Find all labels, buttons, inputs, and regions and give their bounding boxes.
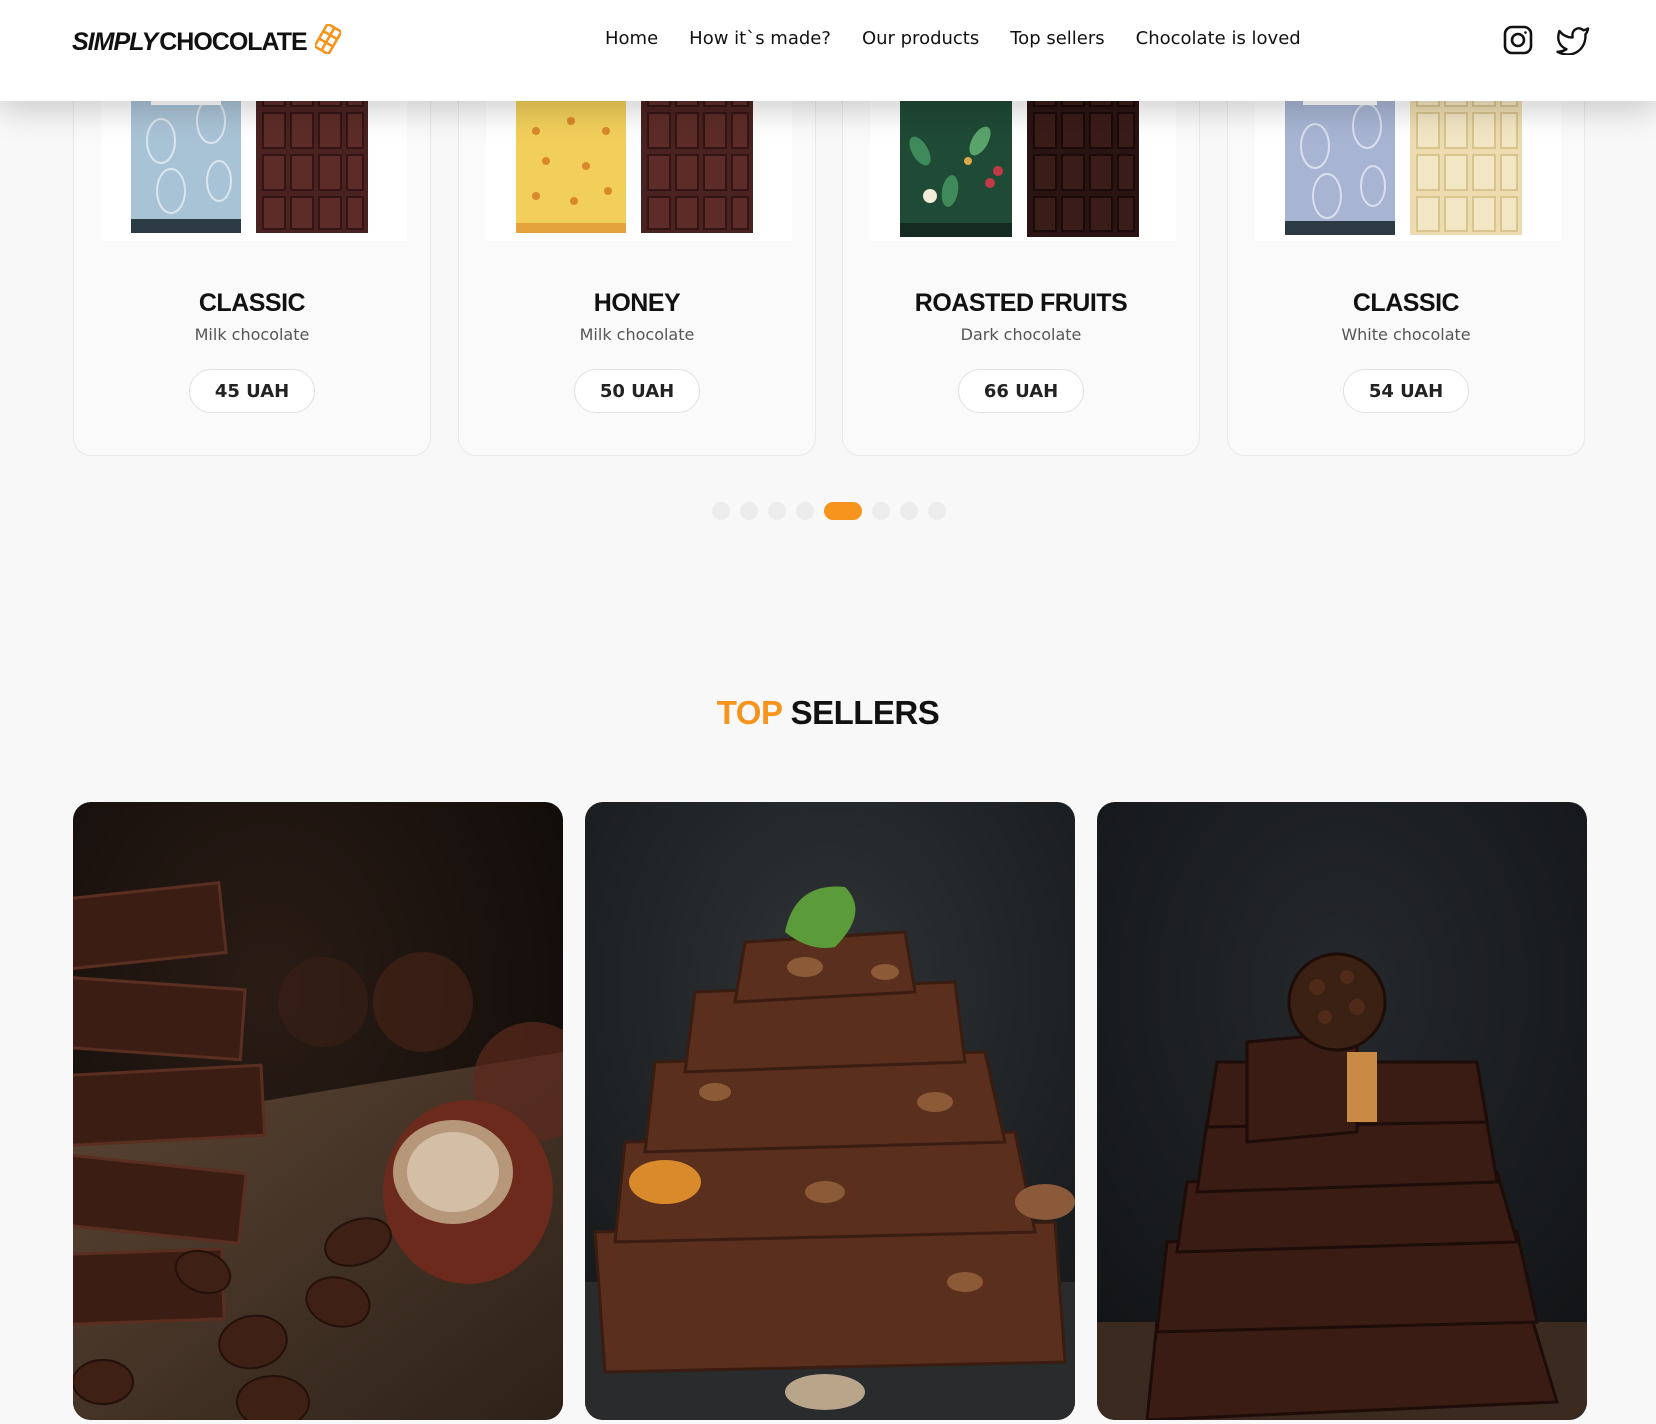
product-name: CLASSIC	[198, 289, 306, 317]
chocolate-truffle-stack-photo[interactable]	[1097, 802, 1587, 1420]
logo-simply: SIMPLY	[72, 27, 158, 56]
carousel-dot[interactable]	[928, 502, 946, 520]
nav-chocolate-is-loved[interactable]: Chocolate is loved	[1136, 28, 1301, 49]
carousel-dot[interactable]	[740, 502, 758, 520]
chocolate-bar-logo-icon	[309, 22, 342, 61]
product-type: Dark chocolate	[960, 325, 1082, 344]
logo[interactable]: SIMPLY CHOCOLATE	[72, 22, 342, 61]
carousel-dot[interactable]	[900, 502, 918, 520]
carousel-dot[interactable]	[768, 502, 786, 520]
social-links	[1502, 24, 1590, 61]
product-type: Milk chocolate	[579, 325, 695, 344]
nav-home[interactable]: Home	[605, 28, 658, 49]
price-button[interactable]: 54 UAH	[1343, 369, 1469, 413]
product-name: CLASSIC	[1352, 289, 1460, 317]
carousel-dot[interactable]	[712, 502, 730, 520]
price-button[interactable]: 50 UAH	[574, 369, 700, 413]
instagram-icon[interactable]	[1502, 24, 1534, 61]
nav-our-products[interactable]: Our products	[862, 28, 979, 49]
chocolate-nut-stack-photo[interactable]	[585, 802, 1075, 1420]
product-type: Milk chocolate	[194, 325, 310, 344]
carousel-pagination	[712, 502, 946, 520]
product-name: ROASTED FRUITS	[914, 289, 1128, 317]
main-nav: Home How it`s made? Our products Top sel…	[605, 28, 1301, 49]
chocolate-hazelnut-photo[interactable]	[73, 802, 563, 1420]
price-button[interactable]: 45 UAH	[189, 369, 315, 413]
price-button[interactable]: 66 UAH	[958, 369, 1084, 413]
product-name: HONEY	[593, 289, 681, 317]
nav-top-sellers[interactable]: Top sellers	[1010, 28, 1104, 49]
product-type: White chocolate	[1341, 325, 1471, 344]
carousel-dot[interactable]	[796, 502, 814, 520]
logo-chocolate: CHOCOLATE	[159, 27, 307, 56]
carousel-dot-active[interactable]	[824, 502, 862, 520]
carousel-dot[interactable]	[872, 502, 890, 520]
section-title-top-sellers: TOP SELLERS	[0, 694, 1656, 732]
site-header: SIMPLY CHOCOLATE Home How it`s made? Our…	[0, 0, 1656, 101]
title-rest: SELLERS	[790, 694, 940, 731]
title-accent: TOP	[716, 694, 783, 731]
twitter-icon[interactable]	[1556, 25, 1590, 60]
nav-how-its-made[interactable]: How it`s made?	[689, 28, 831, 49]
